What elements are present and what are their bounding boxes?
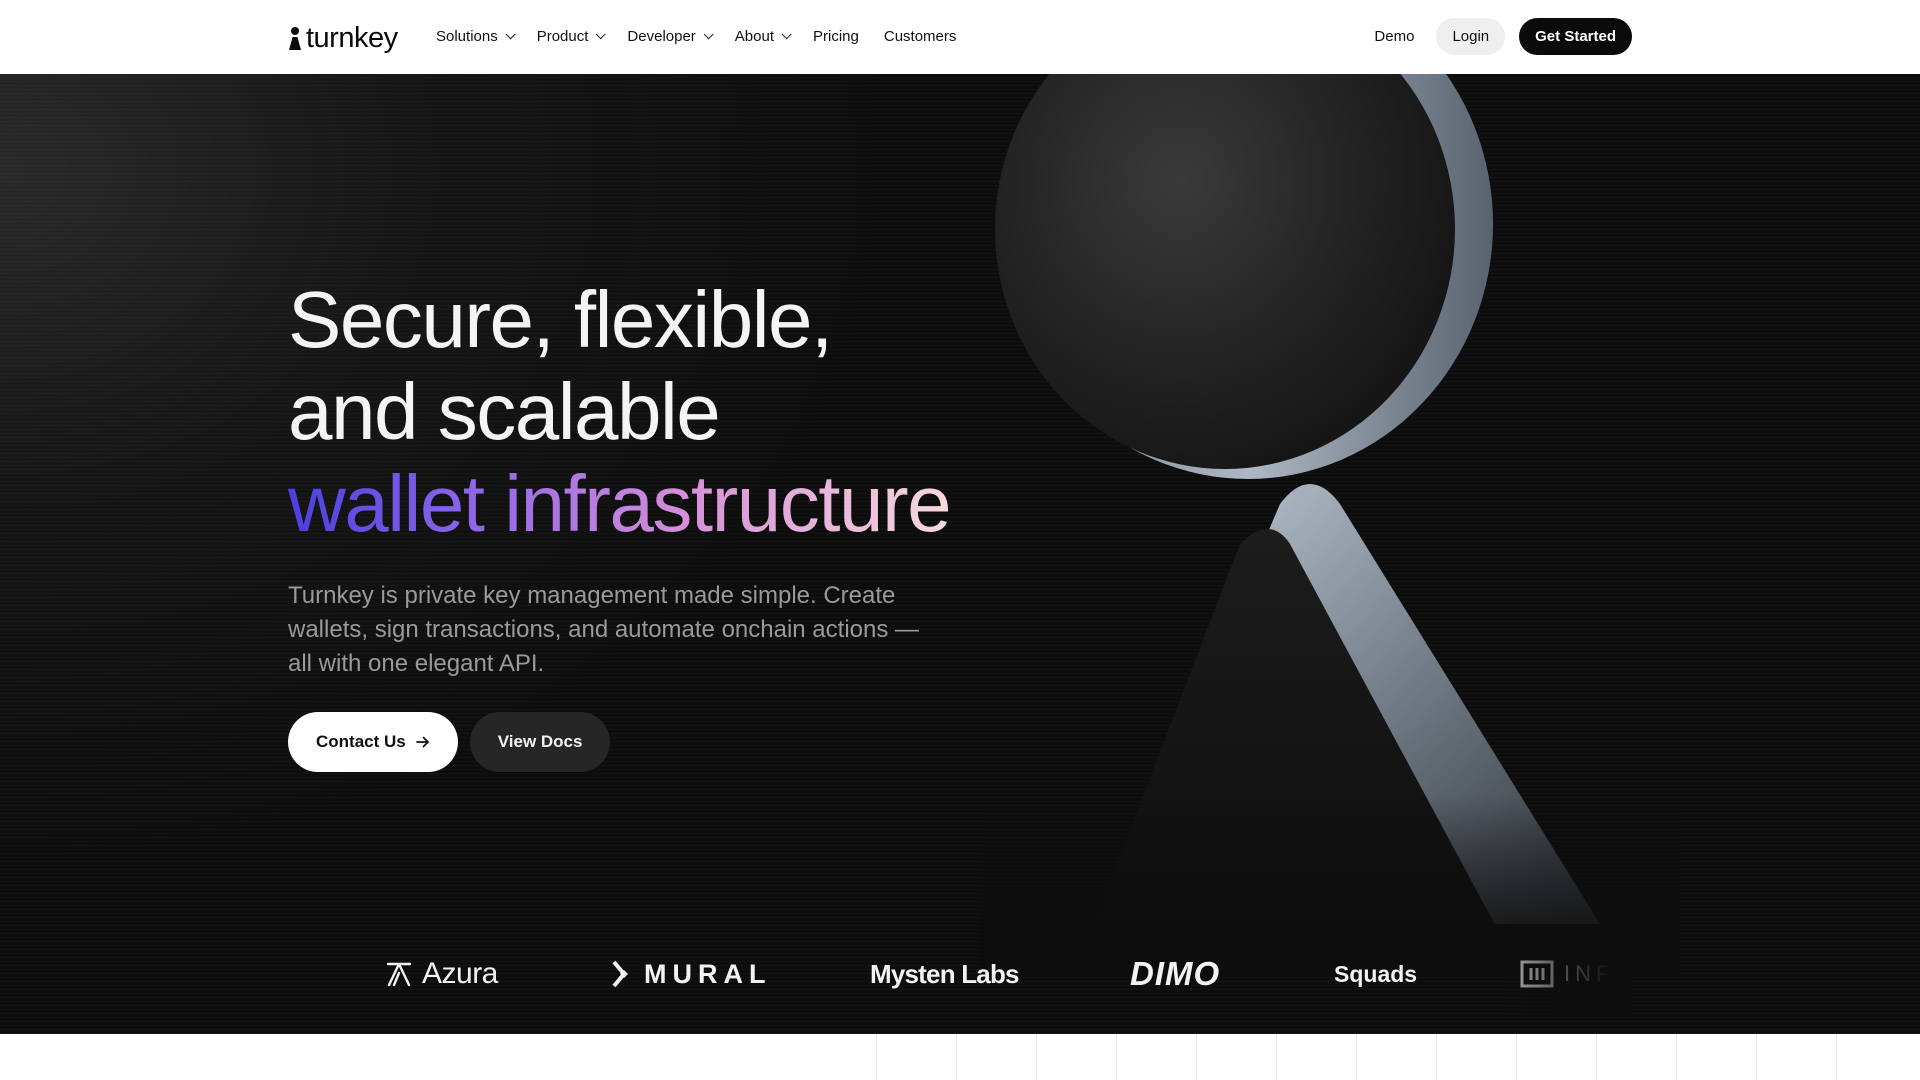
hero-description: Turnkey is private key management made s… [288,582,920,677]
dimo-logo: DIMO [1130,955,1220,993]
grid-line [1756,1034,1757,1080]
mysten-labs-logo-text: Mysten Labs [870,958,1019,989]
grid-line [1436,1034,1437,1080]
hero-sculpture-image [980,74,1680,974]
hero-headline: Secure, flexible, and scalable wallet in… [288,274,952,550]
infinex-logo: INFINEX [1520,960,1632,988]
hero-cta-group: Contact Us View Docs [288,712,611,772]
hero-section: Secure, flexible, and scalable wallet in… [0,74,1920,1034]
view-docs-button[interactable]: View Docs [469,712,611,772]
grid-line [1596,1034,1597,1080]
menu-item-label: Pricing [813,27,859,45]
brand-name: turnkey [306,22,398,54]
squads-logo: Squads [1334,961,1417,988]
headline-line-1: Secure, flexible, [288,275,833,364]
grid-line [956,1034,957,1080]
menu-item-label: Solutions [436,27,498,45]
mysten-labs-logo: Mysten Labs [870,959,1019,990]
menu-item-label: Customers [883,27,957,45]
mural-logo: MURAL [610,959,771,990]
grid-line [1276,1034,1277,1080]
dimo-logo-text: DIMO [1130,955,1221,992]
grid-line [1036,1034,1037,1080]
menu-item-customers[interactable]: Customers [884,28,957,45]
turnkey-logo-icon [288,25,302,51]
contact-us-label: Contact Us [316,732,406,751]
main-menu: Solutions Product Developer About Pricin… [436,22,981,50]
menu-item-product[interactable]: Product [536,27,606,45]
grid-line [1356,1034,1357,1080]
nav-actions: Demo Login Get Started [1374,18,1632,55]
demo-link[interactable]: Demo [1374,28,1414,45]
grid-line [876,1034,877,1080]
squads-logo-text: Squads [1334,960,1418,987]
grid-line [1516,1034,1517,1080]
grid-line [1836,1034,1837,1080]
login-button[interactable]: Login [1436,18,1506,55]
top-navigation: turnkey Solutions Product Developer Abou… [0,0,1920,74]
mural-logo-text: MURAL [644,958,772,989]
menu-item-pricing[interactable]: Pricing [813,28,859,45]
menu-item-developer[interactable]: Developer [627,27,714,45]
headline-line-2: and scalable [288,367,721,456]
menu-item-label: Product [536,27,589,45]
chevron-down-icon [781,28,792,39]
azura-logo-icon [386,962,412,987]
mural-logo-icon [612,960,628,988]
menu-item-about[interactable]: About [734,27,792,45]
headline-accent: wallet infrastructure [288,459,952,548]
chevron-down-icon [596,28,606,39]
azura-logo-text: Azura [422,957,498,990]
azura-logo: Azura [386,957,498,991]
grid-line [1676,1034,1677,1080]
grid-line [1116,1034,1117,1080]
contact-us-button[interactable]: Contact Us [288,712,458,772]
arrow-right-icon [415,736,429,748]
menu-item-solutions[interactable]: Solutions [436,27,516,45]
grid-line [1196,1034,1197,1080]
chevron-down-icon [505,28,516,39]
customer-logos: Azura MURAL Mysten Labs DIMO Squads INFI… [288,934,1632,1014]
infinex-logo-icon [1520,960,1554,988]
turnkey-logo[interactable]: turnkey [288,20,398,56]
menu-item-label: About [734,27,774,45]
infinex-logo-text: INFINEX [1564,961,1632,986]
get-started-button[interactable]: Get Started [1519,18,1632,55]
next-section-edge [0,1034,1920,1080]
chevron-down-icon [703,28,714,39]
menu-item-label: Developer [627,27,696,45]
